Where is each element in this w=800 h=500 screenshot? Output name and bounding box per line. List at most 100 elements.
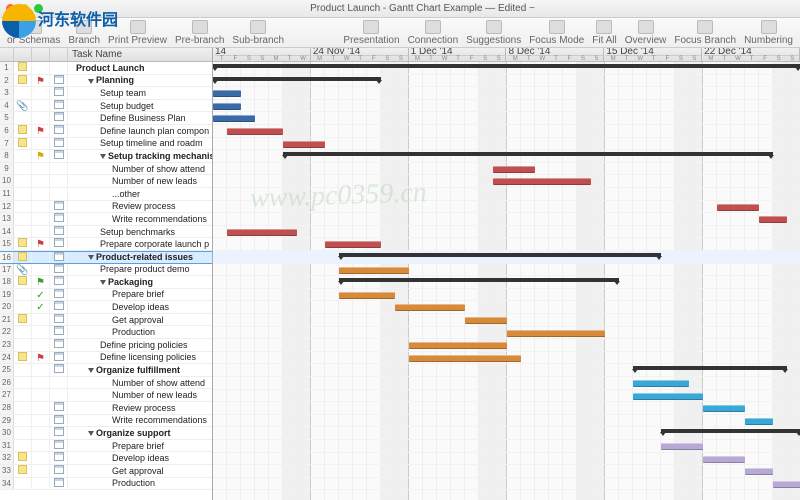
task-row[interactable]: 1Product Launch xyxy=(0,62,212,75)
summary-bar[interactable] xyxy=(661,429,800,433)
focus-branch-button[interactable]: Focus Branch xyxy=(671,19,739,47)
row-number: 24 xyxy=(0,352,14,364)
task-row[interactable]: 10Number of new leads xyxy=(0,175,212,188)
expand-icon[interactable] xyxy=(88,255,94,260)
task-row[interactable]: 2⚑Planning xyxy=(0,75,212,88)
task-row[interactable]: 26Number of show attend xyxy=(0,377,212,390)
zoom-icon[interactable] xyxy=(34,4,43,13)
task-row[interactable]: 24⚑Define licensing policies xyxy=(0,352,212,365)
summary-bar[interactable] xyxy=(213,77,381,81)
task-bar[interactable] xyxy=(507,330,605,337)
task-row[interactable]: 23Define pricing policies xyxy=(0,339,212,352)
task-row[interactable]: 9Number of show attend xyxy=(0,163,212,176)
task-name-header[interactable]: Task Name xyxy=(68,48,212,61)
task-row[interactable]: 18⚑Packaging xyxy=(0,276,212,289)
task-row[interactable]: 16Product-related issues xyxy=(0,251,212,264)
task-bar[interactable] xyxy=(339,292,395,299)
summary-bar[interactable] xyxy=(213,64,800,68)
task-row[interactable]: 32Develop ideas xyxy=(0,452,212,465)
task-row[interactable]: 13Write recommendations xyxy=(0,213,212,226)
branch-button[interactable]: Branch xyxy=(65,19,103,47)
task-bar[interactable] xyxy=(703,405,745,412)
task-row[interactable]: 21Get approval xyxy=(0,314,212,327)
task-bar[interactable] xyxy=(493,166,535,173)
suggestions-button[interactable]: Suggestions xyxy=(463,19,524,47)
task-row[interactable]: 20✓Develop ideas xyxy=(0,301,212,314)
task-bar[interactable] xyxy=(745,468,773,475)
summary-bar[interactable] xyxy=(339,253,661,257)
gantt-chart[interactable] xyxy=(213,62,800,500)
task-row[interactable]: 22Production xyxy=(0,326,212,339)
summary-bar[interactable] xyxy=(339,278,619,282)
task-row[interactable]: 17📎Prepare product demo xyxy=(0,264,212,277)
minimize-icon[interactable] xyxy=(20,4,29,13)
task-row[interactable]: 4📎Setup budget xyxy=(0,100,212,113)
print-preview-button[interactable]: Print Preview xyxy=(105,19,170,47)
task-bar[interactable] xyxy=(717,204,759,211)
task-row[interactable]: 30Organize support xyxy=(0,427,212,440)
task-bar[interactable] xyxy=(661,443,703,450)
task-bar[interactable] xyxy=(633,393,703,400)
task-name: Prepare corporate launch p xyxy=(68,238,212,250)
summary-bar[interactable] xyxy=(633,366,787,370)
gantt-pane[interactable]: 14TFSSMTW24 Nov '14MTWTFSS1 Dec '14MTWTF… xyxy=(213,48,800,500)
task-bar[interactable] xyxy=(465,317,507,324)
task-row[interactable]: 29Write recommendations xyxy=(0,415,212,428)
task-bar[interactable] xyxy=(703,456,745,463)
expand-icon[interactable] xyxy=(88,79,94,84)
task-row[interactable]: 5Define Business Plan xyxy=(0,112,212,125)
color-schemas-button[interactable]: or Schemas xyxy=(4,19,63,47)
task-bar[interactable] xyxy=(339,267,409,274)
calendar-icon xyxy=(54,264,64,273)
expand-icon[interactable] xyxy=(88,368,94,373)
task-row[interactable]: 34Production xyxy=(0,478,212,491)
presentation-button[interactable]: Presentation xyxy=(340,19,402,47)
task-bar[interactable] xyxy=(759,216,787,223)
task-bar[interactable] xyxy=(409,355,521,362)
focus-mode-button[interactable]: Focus Mode xyxy=(526,19,587,47)
expand-icon[interactable] xyxy=(100,280,106,285)
task-row[interactable]: 11...other xyxy=(0,188,212,201)
connection-button[interactable]: Connection xyxy=(405,19,462,47)
task-name: Review process xyxy=(68,402,212,414)
expand-icon[interactable] xyxy=(100,154,106,159)
task-row[interactable]: 8⚑Setup tracking mechanis xyxy=(0,150,212,163)
task-bar[interactable] xyxy=(325,241,381,248)
task-bar[interactable] xyxy=(395,304,465,311)
task-row[interactable]: 25Organize fulfillment xyxy=(0,364,212,377)
close-icon[interactable] xyxy=(6,4,15,13)
task-bar[interactable] xyxy=(745,418,773,425)
task-bar[interactable] xyxy=(227,128,283,135)
numbering-button[interactable]: Numbering xyxy=(741,19,796,47)
task-row[interactable]: 19✓Prepare brief xyxy=(0,289,212,302)
task-row[interactable]: 6⚑Define launch plan compon xyxy=(0,125,212,138)
overview-button[interactable]: Overview xyxy=(622,19,670,47)
check-icon: ✓ xyxy=(36,290,44,301)
expand-icon[interactable] xyxy=(88,431,94,436)
task-bar[interactable] xyxy=(493,178,591,185)
task-bar[interactable] xyxy=(227,229,297,236)
task-row[interactable]: 33Get approval xyxy=(0,465,212,478)
task-bar[interactable] xyxy=(409,342,507,349)
task-bar[interactable] xyxy=(213,103,241,110)
task-row[interactable]: 7Setup timeline and roadm xyxy=(0,138,212,151)
task-bar[interactable] xyxy=(773,481,800,488)
task-bar[interactable] xyxy=(633,380,689,387)
task-row[interactable]: 15⚑Prepare corporate launch p xyxy=(0,238,212,251)
task-row[interactable]: 14Setup benchmarks xyxy=(0,226,212,239)
calendar-icon xyxy=(54,276,64,285)
row-number: 11 xyxy=(0,188,14,200)
task-bar[interactable] xyxy=(283,141,325,148)
note-icon xyxy=(18,352,27,361)
task-row[interactable]: 27Number of new leads xyxy=(0,389,212,402)
fit-all-button[interactable]: Fit All xyxy=(589,19,619,47)
task-row[interactable]: 3Setup team xyxy=(0,87,212,100)
task-row[interactable]: 28Review process xyxy=(0,402,212,415)
task-row[interactable]: 12Review process xyxy=(0,201,212,214)
task-row[interactable]: 31Prepare brief xyxy=(0,440,212,453)
summary-bar[interactable] xyxy=(283,152,773,156)
sub-branch-button[interactable]: Sub-branch xyxy=(229,19,287,47)
task-bar[interactable] xyxy=(213,115,255,122)
task-bar[interactable] xyxy=(213,90,241,97)
pre-branch-button[interactable]: Pre-branch xyxy=(172,19,227,47)
